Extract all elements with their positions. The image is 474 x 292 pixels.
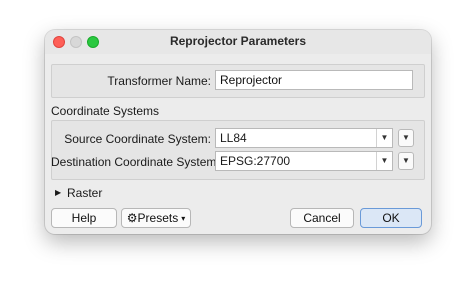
transformer-name-label: Transformer Name: <box>107 74 211 88</box>
raster-label: Raster <box>67 186 103 200</box>
destination-coordinate-system-select[interactable]: EPSG:27700 ▼ <box>215 151 393 171</box>
destination-coordinate-system-value: EPSG:27700 <box>220 154 291 168</box>
chevron-down-icon: ▾ <box>181 214 186 223</box>
title-bar: Reprojector Parameters <box>45 30 431 54</box>
reprojector-dialog: Reprojector Parameters Transformer Name:… <box>45 30 431 234</box>
transformer-name-input[interactable]: Reprojector <box>215 70 413 90</box>
chevron-down-icon[interactable]: ▼ <box>376 129 392 147</box>
chevron-down-icon: ▼ <box>402 133 410 142</box>
source-coordinate-system-value: LL84 <box>220 131 247 145</box>
window-title: Reprojector Parameters <box>169 34 307 48</box>
source-coordinate-system-menu-button[interactable]: ▼ <box>398 129 414 147</box>
chevron-down-icon: ▼ <box>402 156 410 165</box>
presets-button[interactable]: ⚙Presets ▾ <box>121 208 191 228</box>
raster-section-toggle[interactable]: ▶ Raster <box>55 186 115 202</box>
chevron-down-icon[interactable]: ▼ <box>376 152 392 170</box>
ok-button[interactable]: OK <box>360 208 422 228</box>
coordinate-systems-heading: Coordinate Systems <box>51 104 160 118</box>
gear-icon: ⚙ <box>126 211 138 225</box>
destination-coordinate-system-label: Destination Coordinate System: <box>51 155 220 169</box>
destination-coordinate-system-menu-button[interactable]: ▼ <box>398 152 414 170</box>
help-button[interactable]: Help <box>51 208 117 228</box>
source-coordinate-system-label: Source Coordinate System: <box>64 132 211 146</box>
source-coordinate-system-select[interactable]: LL84 ▼ <box>215 128 393 148</box>
triangle-right-icon: ▶ <box>55 188 62 197</box>
cancel-button[interactable]: Cancel <box>290 208 354 228</box>
presets-label: Presets <box>137 211 179 225</box>
